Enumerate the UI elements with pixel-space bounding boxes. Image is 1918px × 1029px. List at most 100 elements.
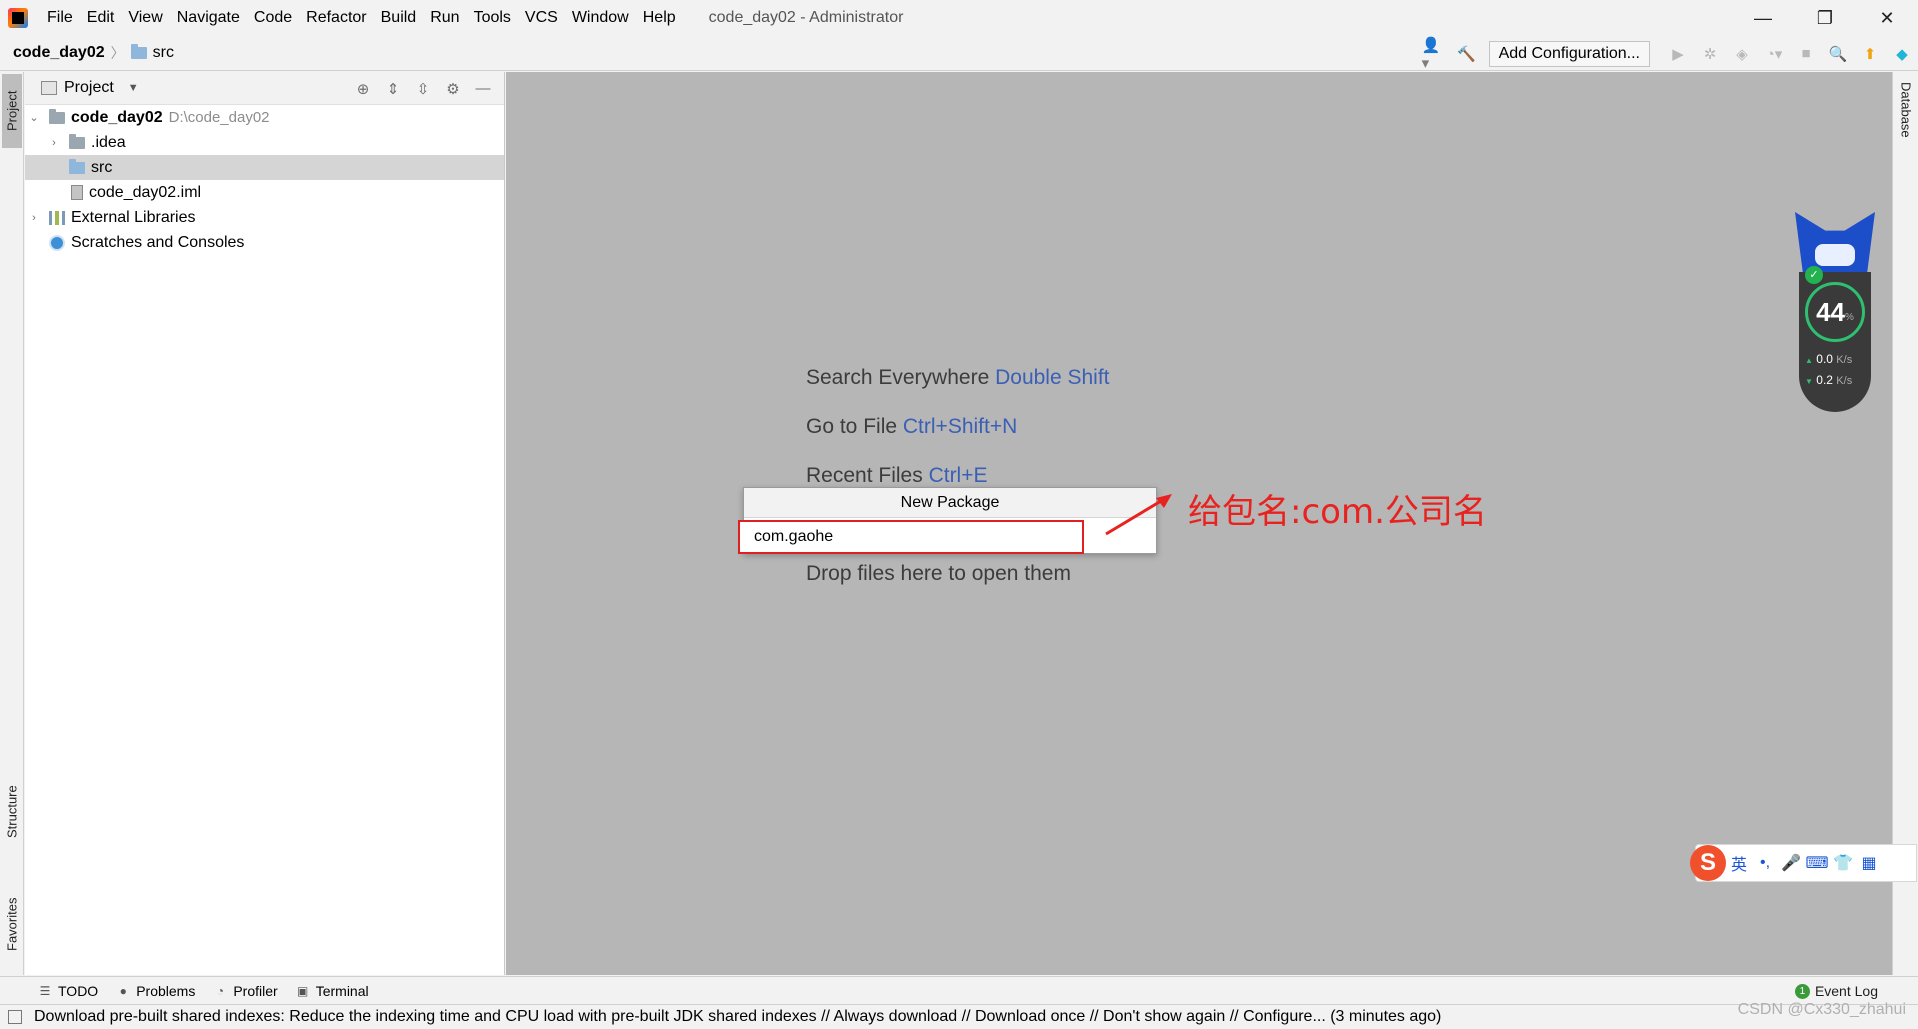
menu-build[interactable]: Build [374, 0, 424, 36]
project-panel-tools: ⊕ ⇕ ⇳ ⚙ — [348, 72, 498, 105]
tool-windows-bar: ☰ TODO ● Problems ◔ Profiler ▣ Terminal … [0, 976, 1918, 1004]
watermark: CSDN @Cx330_zhahui [1737, 1001, 1906, 1018]
coverage-icon[interactable]: ◈ [1729, 41, 1755, 67]
breadcrumb-src[interactable]: src [153, 44, 174, 62]
new-package-dialog: New Package com.gaohe [738, 487, 1157, 554]
ime-toolbar: S 英 •, 🎤 ⌨ 👕 ▦ [1690, 844, 1917, 882]
ime-skin-icon[interactable]: 👕 [1830, 853, 1856, 873]
chevron-down-icon[interactable]: ⌄ [27, 111, 41, 124]
chevron-down-icon[interactable]: ▼ [128, 82, 139, 94]
hint-shortcut: Ctrl+E [928, 464, 988, 487]
hint-recent-files: Recent Files Ctrl+E [806, 464, 988, 488]
stop-icon[interactable]: ■ [1793, 41, 1819, 67]
jetbrains-toolbox-icon[interactable]: ◆ [1889, 41, 1915, 67]
source-folder-icon [69, 158, 85, 174]
project-panel-header: Project ▼ ⊕ ⇕ ⇳ ⚙ — [25, 72, 504, 105]
network-gauge-panel: 44% ▲ 0.0 K/s ▼ 0.2 K/s [1799, 272, 1871, 412]
download-rate-value: 0.2 [1816, 373, 1833, 387]
ime-microphone-icon[interactable]: 🎤 [1778, 853, 1804, 873]
breadcrumb-project[interactable]: code_day02 [13, 44, 105, 62]
hint-text: Recent Files [806, 464, 923, 487]
tool-tab-database[interactable]: Database [1896, 82, 1916, 172]
chevron-right-icon[interactable]: › [27, 212, 41, 224]
download-rate: ▼ 0.2 K/s [1805, 373, 1869, 387]
tree-item-external-libraries[interactable]: › External Libraries [25, 205, 504, 230]
check-icon: ✓ [1805, 266, 1823, 284]
ime-toolbox-icon[interactable]: ▦ [1856, 853, 1882, 873]
menu-vcs[interactable]: VCS [518, 0, 565, 36]
expand-all-icon[interactable]: ⇕ [378, 77, 408, 101]
upload-arrow-icon: ▲ [1805, 356, 1813, 365]
tree-item-src[interactable]: src [25, 155, 504, 180]
minimize-button[interactable]: — [1732, 0, 1794, 36]
search-icon[interactable]: 🔍 [1825, 41, 1851, 67]
tool-tab-project[interactable]: Project [2, 74, 22, 148]
menu-run[interactable]: Run [423, 0, 466, 36]
status-message[interactable]: Download pre-built shared indexes: Reduc… [34, 1008, 1441, 1026]
profile-icon[interactable]: ◔▾ [1761, 41, 1787, 67]
tool-tab-profiler[interactable]: ◔ Profiler [213, 983, 278, 999]
run-icon[interactable]: ▶ [1665, 41, 1691, 67]
tree-item-project-root[interactable]: ⌄ code_day02 D:\code_day02 [25, 105, 504, 130]
collapse-all-icon[interactable]: ⇳ [408, 77, 438, 101]
hint-drop-files: Drop files here to open them [806, 562, 1071, 586]
main-menu: File Edit View Navigate Code Refactor Bu… [40, 0, 683, 36]
ime-punctuation-icon[interactable]: •, [1752, 854, 1778, 872]
hint-shortcut: Double Shift [995, 366, 1110, 389]
menu-help[interactable]: Help [636, 0, 683, 36]
library-icon [49, 210, 65, 225]
tree-item-scratches[interactable]: Scratches and Consoles [25, 230, 504, 255]
tool-tab-problems[interactable]: ● Problems [116, 982, 196, 999]
network-speed-widget[interactable]: 44% ▲ 0.0 K/s ▼ 0.2 K/s ✓ [1795, 212, 1875, 412]
module-folder-icon [49, 108, 65, 124]
menu-code[interactable]: Code [247, 0, 299, 36]
tool-tab-favorites[interactable]: Favorites [2, 882, 22, 966]
hide-icon[interactable]: — [468, 77, 498, 101]
hint-search-everywhere: Search Everywhere Double Shift [806, 366, 1110, 390]
tree-item-iml[interactable]: code_day02.iml [25, 180, 504, 205]
folder-icon [69, 133, 85, 149]
gauge-percent: 44 [1816, 296, 1845, 327]
restore-button[interactable]: ❐ [1794, 0, 1856, 36]
status-toggle-icon[interactable] [8, 1010, 22, 1024]
sogou-logo-icon[interactable]: S [1690, 845, 1726, 881]
add-configuration-button[interactable]: Add Configuration... [1488, 40, 1650, 67]
tool-tab-terminal[interactable]: ▣ Terminal [296, 983, 369, 999]
event-count-badge: 1 [1794, 983, 1810, 999]
tool-tab-label: Problems [136, 982, 196, 999]
tree-label: src [91, 158, 113, 176]
close-button[interactable]: ✕ [1856, 0, 1918, 36]
ime-keyboard-icon[interactable]: ⌨ [1804, 853, 1830, 873]
gear-icon[interactable]: ⚙ [438, 77, 468, 101]
menu-refactor[interactable]: Refactor [299, 0, 373, 36]
project-panel-title[interactable]: Project [64, 79, 114, 97]
update-icon[interactable]: ⬆ [1857, 41, 1883, 67]
hint-text: Search Everywhere [806, 366, 990, 389]
menu-view[interactable]: View [121, 0, 169, 36]
menu-navigate[interactable]: Navigate [170, 0, 247, 36]
tool-tab-todo[interactable]: ☰ TODO [38, 983, 99, 999]
upload-rate-value: 0.0 [1816, 352, 1833, 366]
annotation-arrow-icon [1105, 494, 1172, 536]
menu-file[interactable]: File [40, 0, 80, 36]
build-hammer-icon[interactable]: 🔨 [1454, 41, 1480, 67]
terminal-icon: ▣ [297, 983, 309, 998]
download-arrow-icon: ▼ [1805, 377, 1813, 386]
problems-icon: ● [119, 983, 127, 998]
user-icon[interactable]: 👤▾ [1422, 37, 1448, 72]
menu-edit[interactable]: Edit [80, 0, 122, 36]
toolbar-right: 👤▾ 🔨 Add Configuration... ▶ ✲ ◈ ◔▾ ■ 🔍 ⬆… [1419, 36, 1918, 72]
tree-label: code_day02 [71, 108, 163, 126]
locate-icon[interactable]: ⊕ [348, 77, 378, 101]
ime-language-toggle[interactable]: 英 [1726, 851, 1752, 875]
project-view-icon [41, 81, 57, 95]
menu-tools[interactable]: Tools [467, 0, 518, 36]
tool-tab-structure[interactable]: Structure [2, 772, 22, 852]
package-name-input[interactable]: com.gaohe [738, 520, 1084, 554]
menu-window[interactable]: Window [565, 0, 636, 36]
chevron-right-icon[interactable]: › [47, 137, 61, 149]
debug-icon[interactable]: ✲ [1697, 41, 1723, 67]
tree-item-idea[interactable]: › .idea [25, 130, 504, 155]
hint-text: Drop files here to open them [806, 562, 1071, 585]
annotation-text: 给包名:com.公司名 [1188, 492, 1487, 532]
